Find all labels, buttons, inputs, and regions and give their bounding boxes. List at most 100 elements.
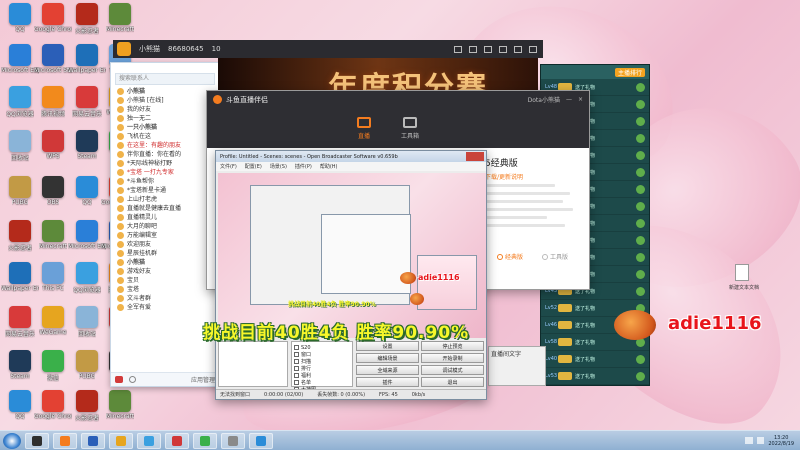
desktop-app-icon[interactable]: WeGame <box>36 306 70 336</box>
qq-contact-row[interactable]: 上山打老虎 <box>111 195 219 204</box>
desktop-app-icon[interactable]: Microsoft Edge <box>68 220 106 250</box>
taskbar-app-button[interactable] <box>221 432 245 449</box>
taskbar-app-button[interactable] <box>137 432 161 449</box>
taskbar-app-button[interactable] <box>109 432 133 449</box>
desktop-app-icon[interactable]: WPS <box>36 130 70 160</box>
qq-contact-row[interactable]: *宝塔新星卡通 <box>111 186 219 195</box>
desktop-app-icon[interactable]: PUBG <box>70 350 104 380</box>
desktop-app-icon[interactable]: Minecraft <box>103 3 137 33</box>
record-icon[interactable] <box>454 45 462 53</box>
house-icon[interactable] <box>469 45 477 53</box>
obs-source-item[interactable]: S20 <box>294 344 350 351</box>
desktop-app-icon[interactable]: Wallpaper Engine <box>1 262 39 292</box>
desktop-app-icon[interactable]: Minecraft <box>103 390 137 420</box>
qq-contact-row[interactable]: *宝塔 一打九专家 <box>111 168 219 177</box>
tab-tools[interactable]: 工具箱 <box>401 116 419 140</box>
desktop-app-icon[interactable]: QQ <box>3 3 37 33</box>
tab-live[interactable]: 直播 <box>357 116 371 140</box>
text-file-icon[interactable] <box>735 264 749 281</box>
desktop-app-icon[interactable]: 火影忍者 <box>70 3 104 35</box>
qq-app-manager[interactable]: 应用管理 <box>191 375 215 384</box>
checkbox[interactable] <box>294 380 299 385</box>
desktop-app-icon[interactable]: 回收站 <box>70 306 104 338</box>
qq-contact-row[interactable]: 我的好友 <box>111 105 219 114</box>
qq-contact-row[interactable]: 伴你直播：你在看的 <box>111 150 219 159</box>
desktop-app-icon[interactable]: Steam <box>70 130 104 160</box>
qq-contact-row[interactable]: 小熊猫 <box>111 87 219 96</box>
close-icon[interactable]: × <box>578 96 583 103</box>
qq-contact-row[interactable]: 大月的聊吧 <box>111 222 219 231</box>
qq-menu-icon[interactable] <box>115 376 123 383</box>
checkbox[interactable] <box>294 352 299 357</box>
desktop-app-icon[interactable]: QQ <box>70 176 104 206</box>
checkbox[interactable] <box>294 345 299 350</box>
obs-button[interactable]: 插件 <box>356 377 419 387</box>
grid-icon[interactable] <box>484 45 492 53</box>
qq-contact-row[interactable]: 直播精灵儿 <box>111 213 219 222</box>
desktop-app-icon[interactable]: This PC <box>36 262 70 292</box>
obs-source-item[interactable]: 扫描 <box>294 358 350 365</box>
qq-contact-row[interactable]: 欢迎朋友 <box>111 240 219 249</box>
qq-contact-row[interactable]: 在这里：有趣的朋友 <box>111 141 219 150</box>
qq-contact-row[interactable]: 宝贝 <box>111 276 219 285</box>
desktop-app-icon[interactable]: QQ <box>3 390 37 420</box>
obs-menu-item[interactable]: 配置(E) <box>245 163 262 170</box>
taskbar-app-button[interactable] <box>165 432 189 449</box>
chat-input-window[interactable]: 直播间文字 <box>488 346 546 386</box>
desktop-app-icon[interactable]: Microsoft Edge <box>1 44 39 74</box>
taskbar-app-button[interactable] <box>25 432 49 449</box>
qq-contact-row[interactable]: 直播就是健康去直播 <box>111 204 219 213</box>
taskbar-app-button[interactable] <box>81 432 105 449</box>
douyu-update-link[interactable]: 下载/更新说明 <box>485 172 523 181</box>
gamepad-icon[interactable] <box>499 45 507 53</box>
obs-button[interactable]: 调试模式 <box>421 365 484 375</box>
obs-source-item[interactable]: 排行 <box>294 365 350 372</box>
obs-button[interactable]: 退出 <box>421 377 484 387</box>
obs-menu-item[interactable]: 场景(S) <box>270 163 287 170</box>
chat-message-row[interactable]: Lv53 送了礼物 <box>541 368 649 385</box>
radio-classic[interactable]: 经典版 <box>497 252 523 261</box>
checkbox[interactable] <box>294 366 299 371</box>
desktop-app-icon[interactable]: 网易云音乐 <box>3 306 37 338</box>
desktop-app-icon[interactable]: Google Chrome <box>34 390 72 420</box>
qq-contact-row[interactable]: 万能编辑室 <box>111 231 219 240</box>
desktop-app-icon[interactable]: 微信 <box>36 350 70 382</box>
desktop-app-icon[interactable]: PUBG <box>3 176 37 206</box>
obs-source-item[interactable]: 福利 <box>294 372 350 379</box>
douyu-user[interactable]: Dota小熊猫 <box>528 95 560 104</box>
qq-settings-icon[interactable] <box>129 376 136 383</box>
close-icon[interactable] <box>466 152 484 161</box>
network-icon[interactable] <box>745 437 754 444</box>
qq-contact-row[interactable]: 一只小熊猫 <box>111 123 219 132</box>
qq-contact-row[interactable]: 文斗者群 <box>111 294 219 303</box>
desktop-app-icon[interactable]: Wallpaper Engine <box>68 44 106 74</box>
qq-contact-row[interactable]: 小熊猫 [在线] <box>111 96 219 105</box>
checkbox[interactable] <box>294 359 299 364</box>
chat-rank-button[interactable]: 主播排行 <box>614 67 645 77</box>
desktop-app-icon[interactable]: 网易云音乐 <box>70 86 104 118</box>
qq-contact-row[interactable]: 小熊猫 <box>111 258 219 267</box>
desktop-app-icon[interactable]: Minecraft <box>36 220 70 250</box>
obs-menu-item[interactable]: 插件(P) <box>295 163 312 170</box>
obs-source-item[interactable]: 窗口 <box>294 351 350 358</box>
minimize-icon[interactable]: — <box>566 96 572 103</box>
volume-icon[interactable] <box>757 437 765 444</box>
qq-contact-row[interactable]: *斗鱼帮你 <box>111 177 219 186</box>
taskbar-app-button[interactable] <box>53 432 77 449</box>
qq-contact-row[interactable]: 独一无二 <box>111 114 219 123</box>
desktop-app-icon[interactable]: 回收站 <box>3 130 37 162</box>
desktop-app-icon[interactable]: OBS <box>36 176 70 206</box>
desktop-app-icon[interactable]: Microsoft Store <box>34 44 72 74</box>
obs-menu-item[interactable]: 文件(F) <box>220 163 237 170</box>
obs-sources-list[interactable]: S20窗口扫描排行福利名单大神图 <box>291 341 353 393</box>
radio-tools[interactable]: 工具版 <box>542 252 568 261</box>
qq-contact-row[interactable]: *天际线神秘打野 <box>111 159 219 168</box>
taskbar-app-button[interactable] <box>193 432 217 449</box>
home-icon[interactable] <box>117 42 131 56</box>
qq-contact-row[interactable]: 宝塔 <box>111 285 219 294</box>
checkbox[interactable] <box>294 373 299 378</box>
qq-contact-row[interactable]: 全军有爱 <box>111 303 219 312</box>
obs-button[interactable]: 编辑场景 <box>356 353 419 363</box>
obs-button[interactable]: 开始录制 <box>421 353 484 363</box>
clock[interactable]: 13:20 2022/8/19 <box>768 435 794 447</box>
